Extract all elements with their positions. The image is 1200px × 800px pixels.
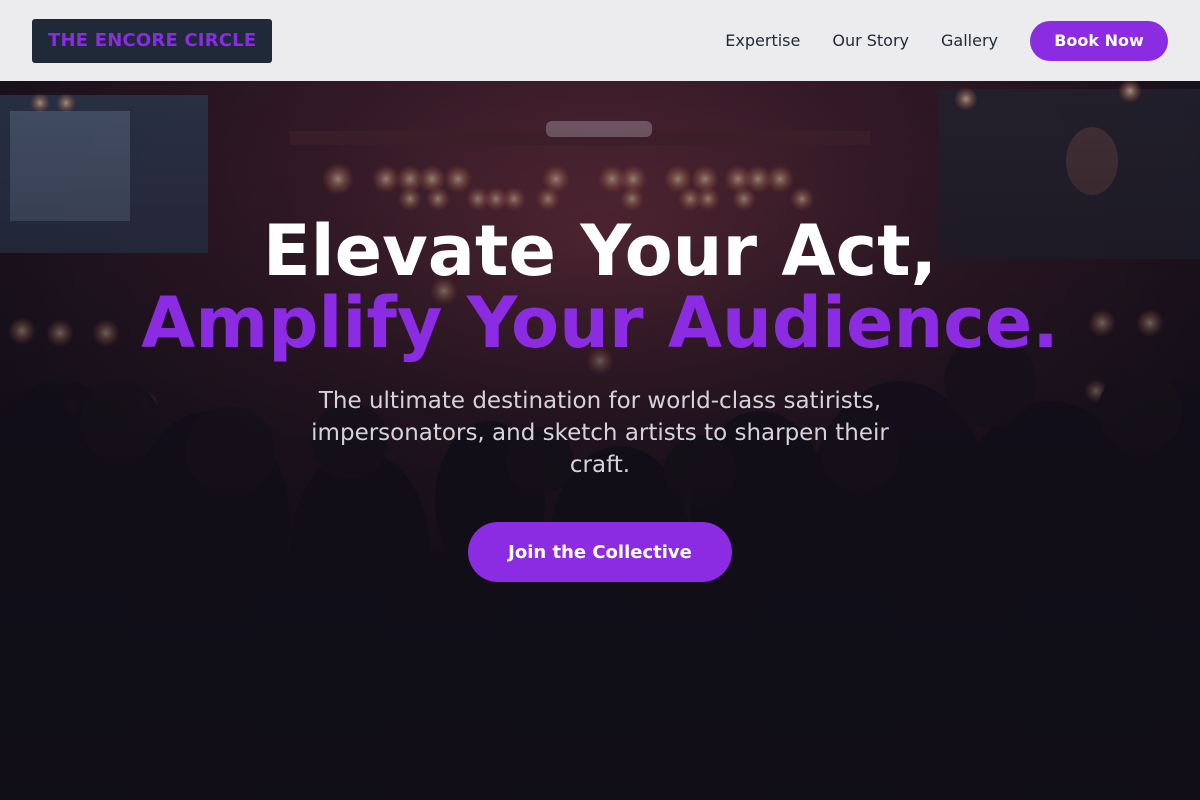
main-nav: Expertise Our Story Gallery Book Now [725,20,1168,61]
site-header: THE ENCORE CIRCLE Expertise Our Story Ga… [0,0,1200,81]
hero-title: Elevate Your Act, Amplify Your Audience. [0,215,1200,359]
hero-section: Elevate Your Act, Amplify Your Audience.… [0,81,1200,800]
hero-subtitle: The ultimate destination for world-class… [311,388,889,478]
nav-link-our-story[interactable]: Our Story [832,31,909,50]
nav-link-expertise[interactable]: Expertise [725,31,800,50]
hero-title-line1: Elevate Your Act, [262,210,938,292]
brand-logo[interactable]: THE ENCORE CIRCLE [32,18,273,63]
book-now-button[interactable]: Book Now [1030,20,1168,61]
nav-link-gallery[interactable]: Gallery [941,31,998,50]
hero-title-line2: Amplify Your Audience. [141,282,1059,364]
join-collective-button[interactable]: Join the Collective [468,522,732,582]
